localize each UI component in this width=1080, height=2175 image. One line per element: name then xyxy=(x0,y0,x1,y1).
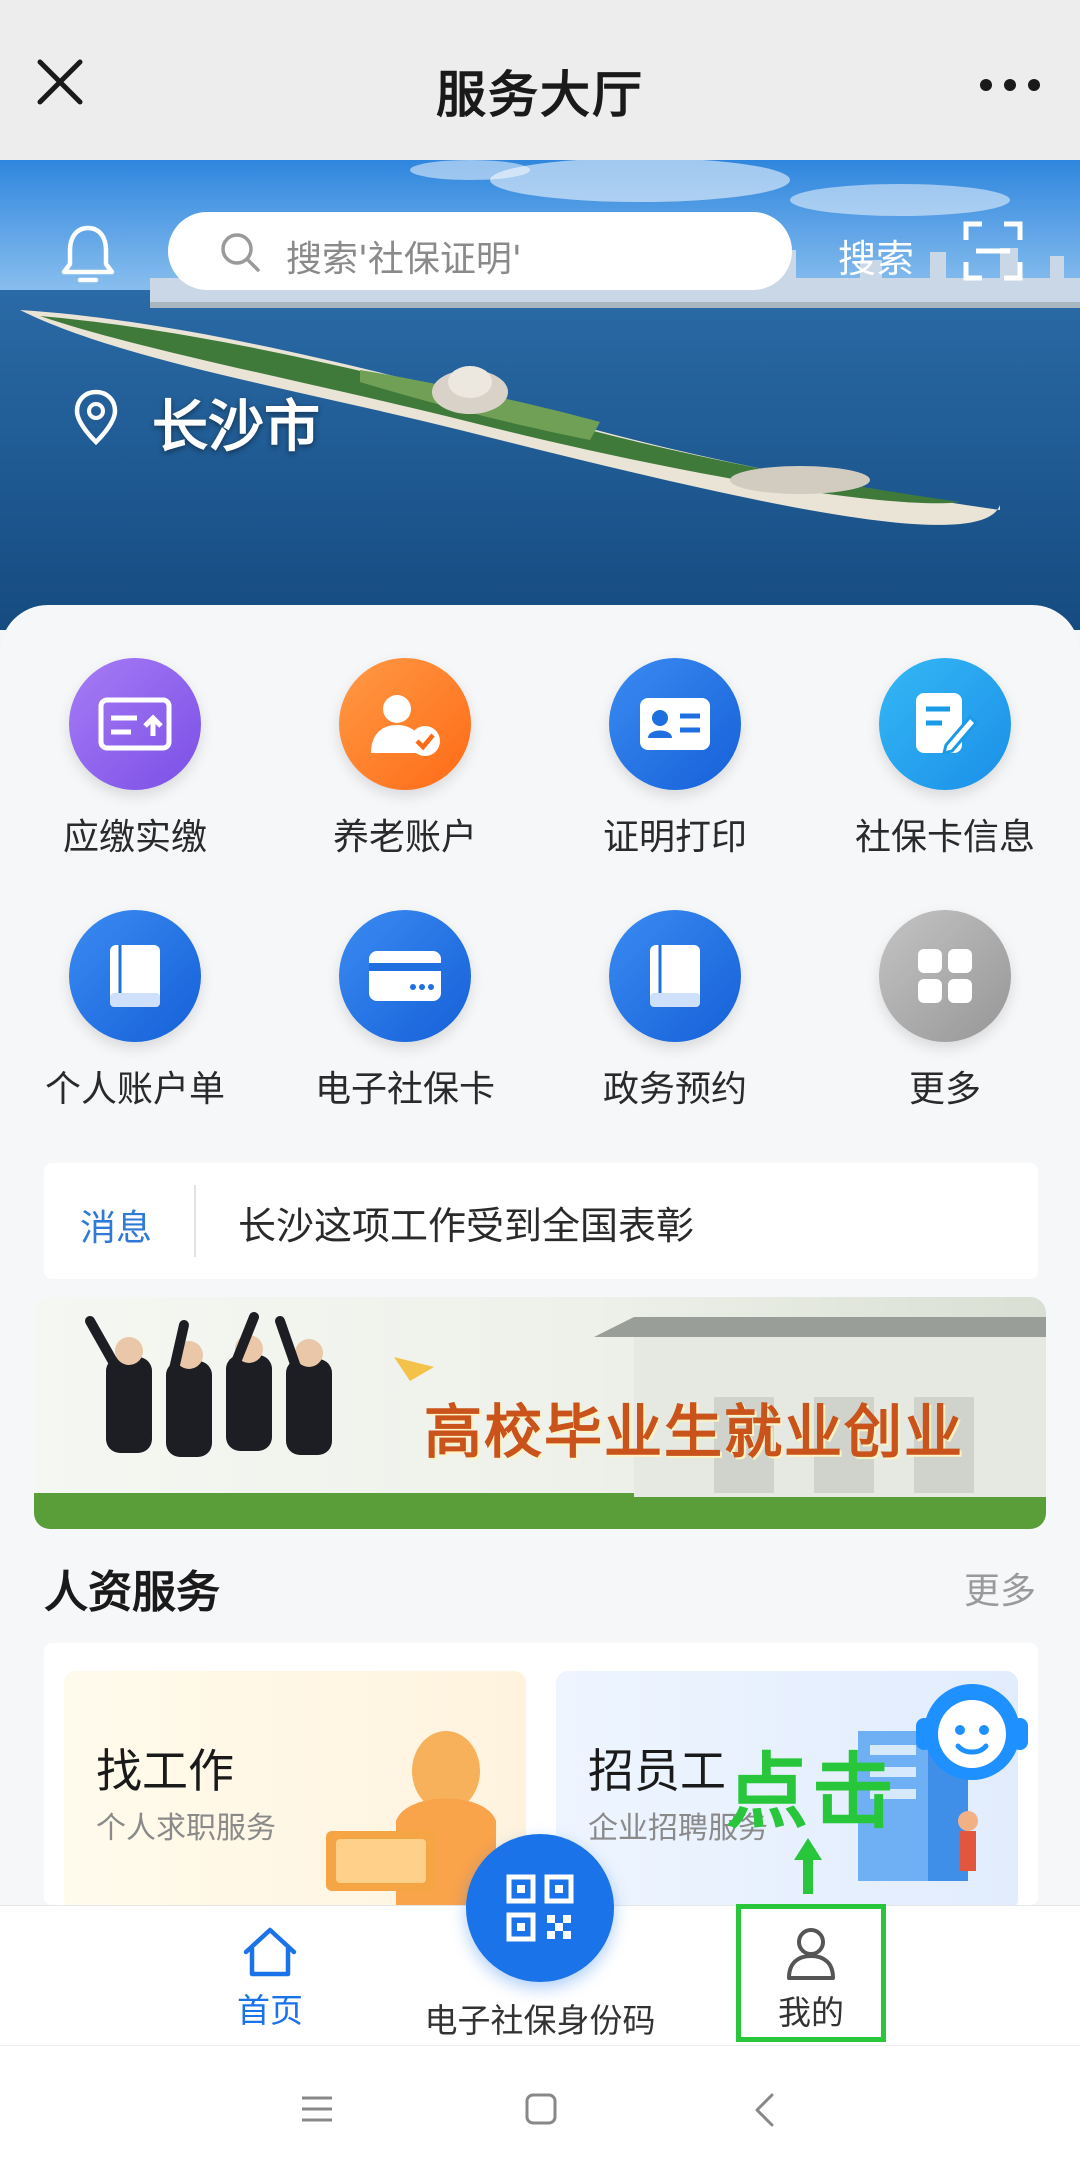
service-title: 招员工 xyxy=(588,1744,726,1798)
highlight-box xyxy=(736,1904,886,2042)
credit-card-icon xyxy=(339,910,471,1042)
tab-social-security-code[interactable]: 电子社保身份码 xyxy=(400,1994,680,2042)
divider xyxy=(194,1185,196,1257)
pension-user-check-icon xyxy=(339,658,471,790)
grid-label: 应缴实缴 xyxy=(62,817,207,858)
home-square-icon[interactable] xyxy=(524,2092,558,2126)
menu-icon[interactable] xyxy=(300,2094,334,2124)
tab-center-label: 电子社保身份码 xyxy=(424,2001,656,2040)
edit-document-icon xyxy=(879,658,1011,790)
service-subtitle: 个人求职服务 xyxy=(96,1811,276,1846)
news-ticker[interactable]: 消息 长沙这项工作受到全国表彰 xyxy=(44,1163,1038,1279)
grid-item-payment[interactable]: 应缴实缴 xyxy=(0,658,270,860)
search-icon xyxy=(221,233,260,272)
grid-label: 个人账户单 xyxy=(44,1069,225,1110)
search-button[interactable]: 搜索 xyxy=(838,228,914,283)
search-placeholder: 搜索'社保证明' xyxy=(286,239,522,280)
tab-home-label: 首页 xyxy=(237,1991,303,2030)
grid-item-card-info[interactable]: 社保卡信息 xyxy=(810,658,1080,860)
scan-icon[interactable] xyxy=(962,220,1024,282)
section-title: 人资服务 xyxy=(44,1567,220,1618)
news-headline[interactable]: 长沙这项工作受到全国表彰 xyxy=(238,1195,694,1250)
grid-label: 政务预约 xyxy=(602,1069,747,1110)
customer-service-icon[interactable] xyxy=(912,1672,1032,1792)
graduate-employment-banner[interactable]: 高校毕业生就业创业 xyxy=(34,1297,1046,1529)
book-icon xyxy=(609,910,741,1042)
banner-title: 高校毕业生就业创业 xyxy=(424,1398,965,1466)
more-options-icon[interactable] xyxy=(970,60,1050,110)
grid-item-appointment[interactable]: 政务预约 xyxy=(540,910,810,1112)
page-title: 服务大厅 xyxy=(436,66,644,124)
service-title: 找工作 xyxy=(96,1744,234,1798)
city-selector[interactable]: 长沙市 xyxy=(152,382,320,463)
service-hall-page: 服务大厅 搜索'社保证明' 搜索 长沙市 应缴实缴 养老账户 证明打印 社保卡信… xyxy=(0,0,1080,2175)
back-icon[interactable] xyxy=(752,2092,776,2128)
qr-code-button[interactable] xyxy=(466,1834,614,1982)
grid-label: 电子社保卡 xyxy=(314,1069,495,1110)
grid-item-certificate[interactable]: 证明打印 xyxy=(540,658,810,860)
tab-home[interactable]: 首页 xyxy=(210,1924,330,2032)
grid-item-e-card[interactable]: 电子社保卡 xyxy=(270,910,540,1112)
id-card-icon xyxy=(609,658,741,790)
title-bar: 服务大厅 xyxy=(0,0,1080,160)
arrow-up-icon xyxy=(794,1838,822,1894)
section-more-link[interactable]: 更多 xyxy=(964,1562,1036,1614)
location-pin-icon[interactable] xyxy=(72,388,120,446)
payment-upload-icon xyxy=(69,658,201,790)
grid-label: 社保卡信息 xyxy=(854,817,1035,858)
bell-icon[interactable] xyxy=(58,222,118,288)
grid-item-account-statement[interactable]: 个人账户单 xyxy=(0,910,270,1112)
system-navigation-bar xyxy=(0,2045,1080,2175)
ledger-book-icon xyxy=(69,910,201,1042)
find-job-card[interactable]: 找工作 个人求职服务 xyxy=(64,1671,526,1905)
grid-item-more[interactable]: 更多 xyxy=(810,910,1080,1112)
home-icon xyxy=(243,1927,297,1977)
grid-label: 更多 xyxy=(908,1069,981,1110)
grid-label: 证明打印 xyxy=(602,817,747,858)
qr-code-icon xyxy=(506,1874,574,1942)
grid-more-icon xyxy=(879,910,1011,1042)
grid-label: 养老账户 xyxy=(332,817,477,858)
news-tag: 消息 xyxy=(80,1208,153,1249)
hero-banner: 搜索'社保证明' 搜索 长沙市 xyxy=(0,160,1080,630)
search-input[interactable]: 搜索'社保证明' xyxy=(168,212,792,290)
grid-item-pension[interactable]: 养老账户 xyxy=(270,658,540,860)
tap-hint-label: 点击 xyxy=(726,1745,899,1840)
